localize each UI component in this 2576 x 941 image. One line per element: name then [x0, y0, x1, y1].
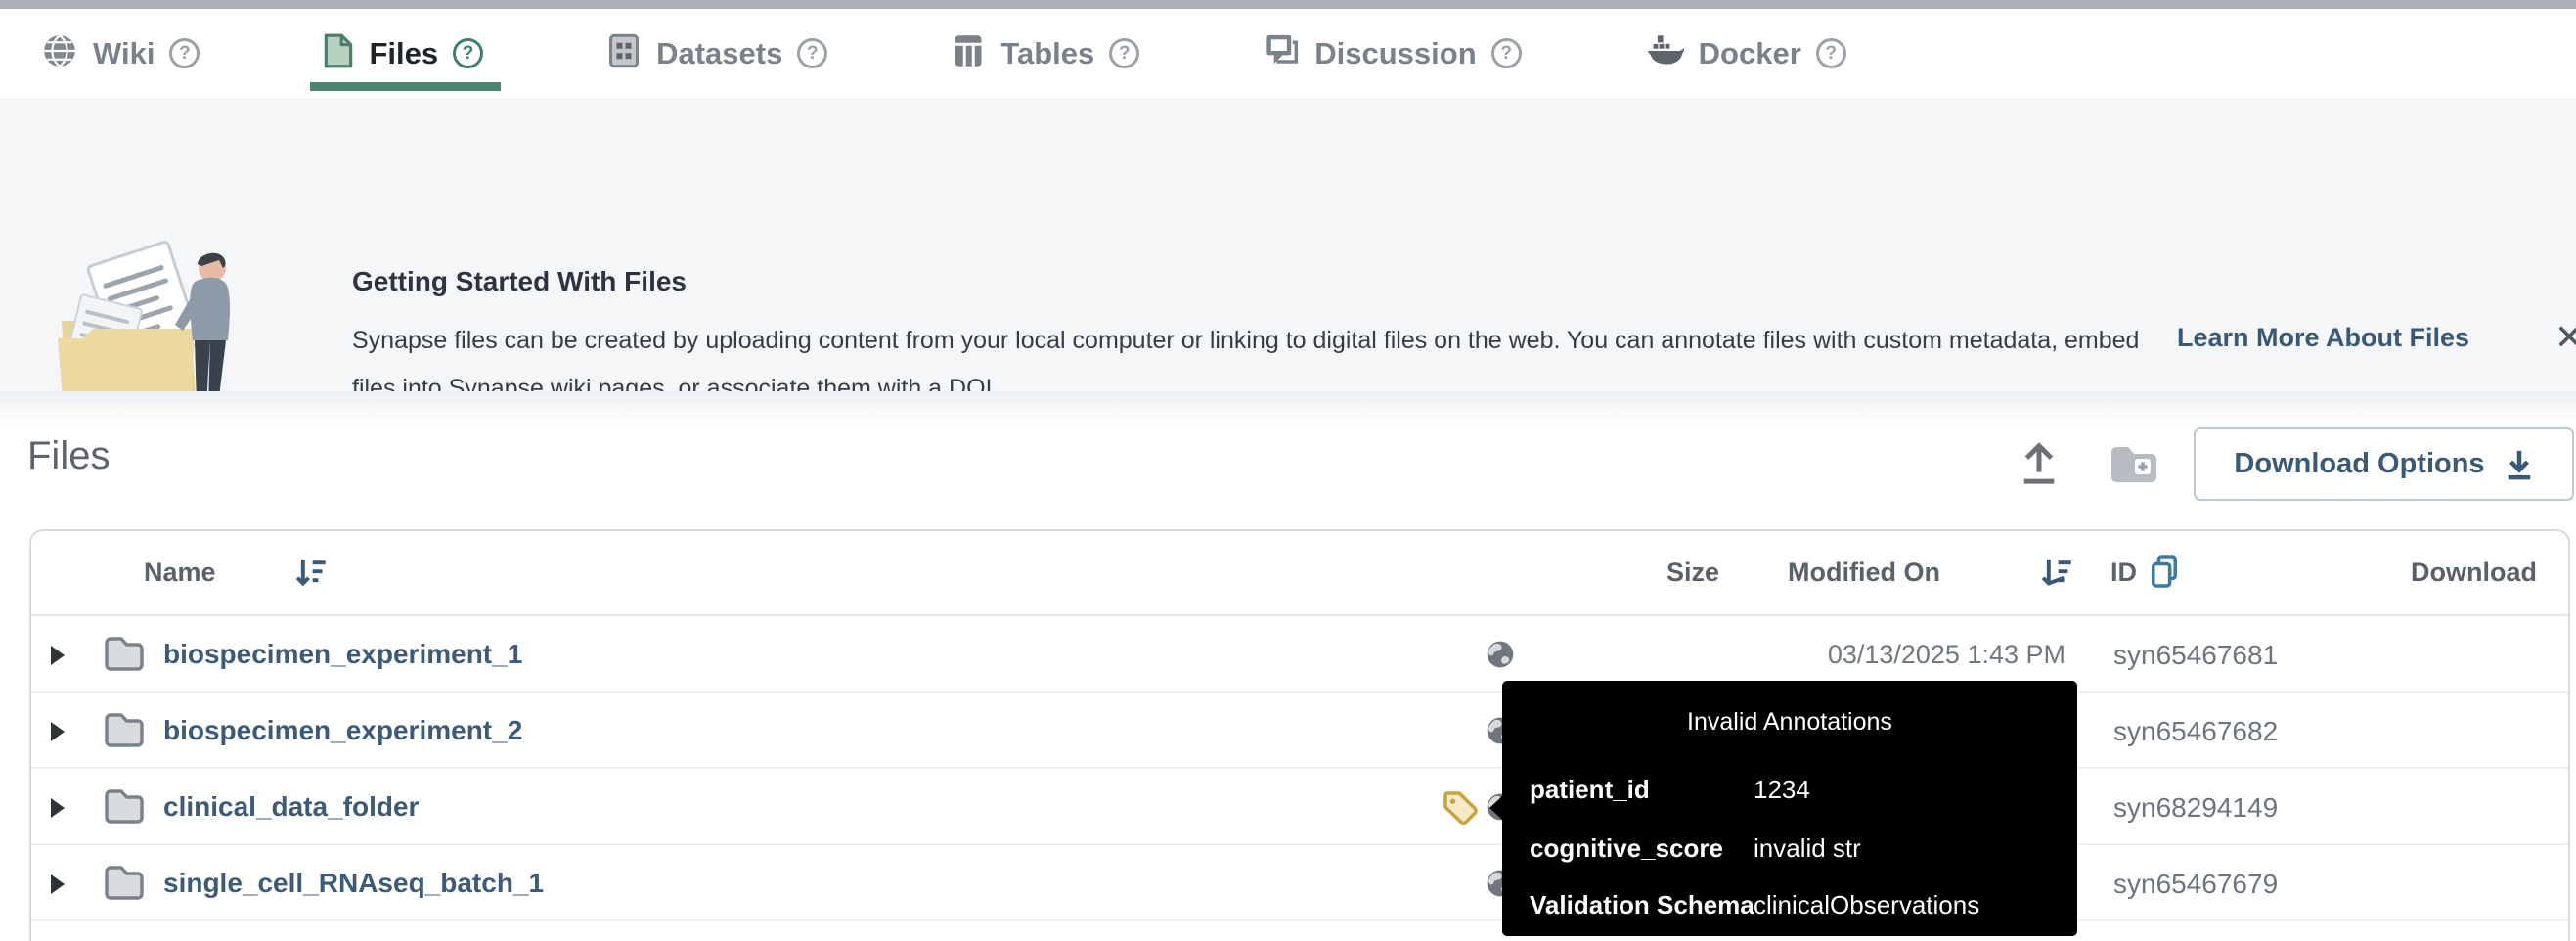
- discussion-help-icon[interactable]: ?: [1491, 38, 1522, 68]
- column-header-download: Download: [2411, 558, 2537, 588]
- files-help-icon[interactable]: ?: [453, 38, 483, 68]
- expand-caret-icon[interactable]: [51, 798, 65, 818]
- table-row-clinical-data-folder[interactable]: clinical_data_folder syn68294149: [31, 769, 2568, 845]
- expand-caret-icon[interactable]: [51, 874, 65, 894]
- copy-id-icon[interactable]: [2150, 553, 2179, 595]
- tab-files-label: Files: [369, 36, 438, 71]
- file-icon: [323, 32, 354, 74]
- synapse-id: syn65467681: [2113, 640, 2278, 671]
- tab-discussion[interactable]: Discussion ?: [1263, 32, 1521, 74]
- sort-modified-on-icon[interactable]: [2039, 555, 2074, 595]
- tab-wiki-label: Wiki: [93, 36, 155, 71]
- new-folder-icon: [2108, 442, 2160, 487]
- tables-help-icon[interactable]: ?: [1109, 38, 1139, 68]
- window-top-edge: [0, 0, 2576, 9]
- discussion-icon: [1263, 32, 1300, 74]
- tooltip-key: Validation Schema: [1530, 890, 1754, 920]
- tooltip-key: cognitive_score: [1530, 833, 1723, 864]
- folder-icon: [102, 634, 147, 678]
- upload-button[interactable]: [2017, 438, 2062, 490]
- table-icon: [951, 32, 986, 74]
- banner-close-icon[interactable]: ✕: [2554, 317, 2576, 358]
- synapse-id: syn65467679: [2113, 869, 2278, 900]
- tooltip-key: patient_id: [1530, 775, 1650, 805]
- folder-link[interactable]: biospecimen_experiment_1: [163, 639, 522, 670]
- tooltip-arrow: [1489, 796, 1502, 820]
- docker-whale-icon: [1645, 32, 1684, 74]
- datasets-help-icon[interactable]: ?: [797, 38, 827, 68]
- expand-caret-icon[interactable]: [51, 722, 65, 741]
- tooltip-title: Invalid Annotations: [1502, 708, 2077, 737]
- folder-icon: [102, 863, 147, 907]
- folder-link[interactable]: single_cell_RNAseq_batch_1: [163, 868, 544, 899]
- datasets-icon: [606, 32, 642, 74]
- column-header-size: Size: [1666, 558, 1719, 588]
- docker-help-icon[interactable]: ?: [1816, 38, 1846, 68]
- table-row-biospecimen-experiment-2[interactable]: biospecimen_experiment_2 syn65467682: [31, 693, 2568, 769]
- wiki-help-icon[interactable]: ?: [169, 38, 200, 68]
- globe-wiki-icon: [41, 32, 78, 74]
- annotations-tag-icon[interactable]: [1441, 790, 1480, 830]
- column-header-id: ID: [2110, 558, 2137, 588]
- project-tabbar: Wiki ? Files ? Datasets ? Tables ? Discu…: [0, 9, 2576, 98]
- sort-name-icon[interactable]: [293, 555, 329, 595]
- tab-docker-label: Docker: [1699, 36, 1801, 71]
- tab-tables[interactable]: Tables ?: [951, 32, 1139, 74]
- tab-datasets-label: Datasets: [656, 36, 782, 71]
- synapse-id: syn68294149: [2113, 792, 2278, 824]
- tooltip-value: invalid str: [1754, 833, 1861, 864]
- files-table-header: Name Size Modified On ID Download: [31, 531, 2568, 616]
- tab-files[interactable]: Files ?: [323, 32, 483, 74]
- invalid-annotations-tooltip: Invalid Annotations patient_id 1234 cogn…: [1502, 681, 2077, 936]
- public-globe-icon: [1485, 639, 1516, 675]
- tab-docker[interactable]: Docker ?: [1645, 32, 1846, 74]
- modified-on-value: 03/13/2025 1:43 PM: [1828, 640, 2065, 670]
- tooltip-value: clinicalObservations: [1754, 890, 1979, 920]
- tooltip-value: 1234: [1754, 775, 1810, 805]
- download-options-button[interactable]: Download Options: [2194, 427, 2574, 501]
- folder-link[interactable]: clinical_data_folder: [163, 791, 419, 823]
- tab-datasets[interactable]: Datasets ?: [606, 32, 827, 74]
- upload-icon: [2017, 438, 2062, 487]
- files-table-card: Name Size Modified On ID Download biospe…: [29, 529, 2570, 941]
- new-folder-button[interactable]: [2108, 442, 2160, 490]
- tab-discussion-label: Discussion: [1314, 36, 1476, 71]
- table-row-single-cell-rnaseq-batch-1[interactable]: single_cell_RNAseq_batch_1 syn65467679: [31, 845, 2568, 921]
- getting-started-title: Getting Started With Files: [352, 266, 687, 297]
- folder-link[interactable]: biospecimen_experiment_2: [163, 715, 522, 746]
- page-title: Files: [27, 434, 110, 478]
- tab-tables-label: Tables: [1000, 36, 1094, 71]
- expand-caret-icon[interactable]: [51, 646, 65, 665]
- learn-more-link[interactable]: Learn More About Files: [2177, 323, 2469, 353]
- synapse-id: syn65467682: [2113, 716, 2278, 747]
- download-options-label: Download Options: [2234, 448, 2484, 480]
- folder-icon: [102, 786, 147, 830]
- download-icon: [2505, 447, 2534, 482]
- tab-wiki[interactable]: Wiki ?: [41, 32, 200, 74]
- getting-started-banner: Getting Started With Files Synapse files…: [0, 98, 2576, 391]
- table-row-biospecimen-experiment-1[interactable]: biospecimen_experiment_1 03/13/2025 1:43…: [31, 616, 2568, 693]
- column-header-name: Name: [144, 558, 216, 588]
- folder-icon: [102, 710, 147, 754]
- banner-fade: [0, 391, 2576, 428]
- column-header-modified-on: Modified On: [1788, 558, 1940, 588]
